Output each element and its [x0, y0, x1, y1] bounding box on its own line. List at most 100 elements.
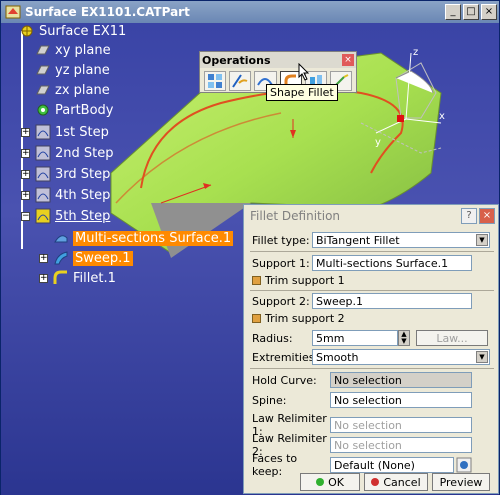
tree-item-2nd-step[interactable]: + 2nd Step	[21, 144, 114, 162]
divider	[250, 368, 494, 369]
extremities-label: Extremities:	[252, 350, 319, 364]
tree-item-3rd-step[interactable]: + 3rd Step	[21, 165, 111, 183]
support1-label: Support 1:	[252, 256, 310, 270]
law-relimiter2-value: No selection	[334, 438, 402, 452]
close-button[interactable]: ×	[481, 4, 497, 20]
tree-item-multi-sections-surface[interactable]: Multi-sections Surface.1	[53, 229, 234, 247]
title-bar[interactable]: Surface EX1101.CATPart _ □ ×	[1, 1, 499, 23]
plane-icon	[36, 85, 50, 95]
tree-item-label: 5th Step	[55, 208, 111, 224]
3d-viewport[interactable]: z x y Surface EX11 xy plane yz plane zx …	[1, 23, 499, 495]
fillet-type-select[interactable]: BiTangent Fillet ▼	[312, 232, 490, 248]
tree-item-xy-plane[interactable]: xy plane	[35, 41, 111, 59]
chevron-down-icon: ▼	[476, 351, 488, 363]
tree-item-5th-step[interactable]: − 5th Step	[21, 207, 111, 225]
plane-icon	[36, 65, 50, 75]
radius-spinner[interactable]: ▲ ▼	[398, 330, 410, 346]
tree-item-label: Fillet.1	[73, 270, 116, 286]
trim-support2-label: Trim support 2	[265, 312, 345, 325]
dialog-title[interactable]: Fillet Definition	[244, 205, 498, 227]
divider	[250, 251, 494, 252]
preview-button[interactable]: Preview	[432, 473, 490, 491]
fillet-type-value: BiTangent Fillet	[316, 233, 400, 247]
join-button[interactable]	[204, 71, 227, 91]
chevron-down-icon: ▼	[476, 234, 488, 246]
geometrical-set-icon	[35, 208, 51, 224]
expand-toggle[interactable]: +	[21, 169, 30, 179]
tree-item-sweep[interactable]: + Sweep.1	[39, 249, 133, 267]
catpart-icon	[5, 5, 21, 19]
faces-selector-icon[interactable]	[456, 457, 472, 473]
extremities-select[interactable]: Smooth ▼	[312, 349, 490, 365]
maximize-button[interactable]: □	[463, 4, 479, 20]
split-button[interactable]	[229, 71, 252, 91]
mouse-cursor-icon	[298, 63, 310, 81]
svg-text:y: y	[375, 137, 381, 148]
radius-label: Radius:	[252, 331, 293, 345]
extremities-value: Smooth	[316, 350, 359, 364]
shape-fillet-tooltip: Shape Fillet	[266, 84, 338, 101]
expand-toggle[interactable]: +	[21, 148, 30, 158]
support2-value: Sweep.1	[316, 294, 363, 308]
tree-item-label: 2nd Step	[55, 145, 114, 161]
tree-item-label: xy plane	[55, 42, 111, 58]
trim-support1-checkbox[interactable]	[252, 276, 261, 285]
radius-field[interactable]: 5mm	[312, 330, 398, 346]
divider	[250, 290, 494, 291]
hold-curve-field[interactable]: No selection	[330, 372, 472, 388]
cancel-button[interactable]: Cancel	[364, 473, 428, 491]
ok-button[interactable]: OK	[300, 473, 360, 491]
multi-sections-surface-icon	[54, 235, 68, 243]
expand-toggle[interactable]: +	[21, 127, 30, 137]
law-button[interactable]: Law...	[416, 330, 488, 346]
trim-support1-label: Trim support 1	[265, 274, 345, 287]
law-relimiter1-value: No selection	[334, 418, 402, 432]
law-relimiter2-field[interactable]: No selection	[330, 437, 472, 453]
expand-toggle[interactable]: +	[21, 190, 30, 200]
fillet-icon	[53, 270, 67, 284]
tree-item-zx-plane[interactable]: zx plane	[35, 81, 110, 99]
sweep-icon	[54, 251, 68, 265]
ok-indicator-icon	[316, 478, 325, 486]
close-icon[interactable]: ×	[479, 208, 495, 224]
tree-item-fillet[interactable]: + Fillet.1	[39, 269, 116, 287]
plane-icon	[36, 45, 50, 55]
support1-value: Multi-sections Surface.1	[316, 256, 449, 270]
expand-toggle[interactable]: +	[39, 273, 48, 283]
preview-button-label: Preview	[439, 475, 483, 489]
join-icon	[208, 74, 223, 88]
hold-curve-value: No selection	[334, 373, 402, 387]
tree-item-yz-plane[interactable]: yz plane	[35, 61, 110, 79]
tree-item-partbody[interactable]: PartBody	[35, 101, 113, 119]
specification-tree: Surface EX11 xy plane yz plane zx plane …	[1, 23, 234, 323]
part-icon	[21, 25, 33, 37]
support2-label: Support 2:	[252, 294, 310, 308]
spine-field[interactable]: No selection	[330, 392, 472, 408]
minimize-button[interactable]: _	[445, 4, 461, 20]
law-relimiter1-field[interactable]: No selection	[330, 417, 472, 433]
geometrical-set-icon	[35, 187, 51, 203]
tree-root[interactable]: Surface EX11	[19, 23, 126, 40]
trim-support2-checkbox[interactable]	[252, 314, 261, 323]
svg-text:z: z	[413, 47, 418, 58]
tree-root-label: Surface EX11	[39, 23, 127, 39]
operations-toolbar-title[interactable]: Operations	[200, 52, 356, 68]
hold-curve-label: Hold Curve:	[252, 373, 317, 387]
support1-field[interactable]: Multi-sections Surface.1	[312, 255, 472, 271]
close-icon[interactable]: ×	[342, 54, 354, 66]
tree-item-4th-step[interactable]: + 4th Step	[21, 186, 110, 204]
support2-field[interactable]: Sweep.1	[312, 293, 472, 309]
collapse-toggle[interactable]: −	[21, 211, 30, 221]
geometrical-set-icon	[35, 124, 51, 140]
law-button-label: Law...	[436, 331, 468, 345]
window-title: Surface EX1101.CATPart	[25, 5, 190, 19]
tree-item-1st-step[interactable]: + 1st Step	[21, 123, 109, 141]
cancel-indicator-icon	[371, 478, 380, 486]
spine-label: Spine:	[252, 393, 287, 407]
tree-item-label: 3rd Step	[55, 166, 111, 182]
expand-toggle[interactable]: +	[39, 253, 48, 263]
tree-item-label: yz plane	[55, 62, 110, 78]
help-icon[interactable]: ?	[461, 208, 477, 224]
faces-to-keep-field[interactable]: Default (None)	[330, 457, 454, 473]
spine-value: No selection	[334, 393, 402, 407]
